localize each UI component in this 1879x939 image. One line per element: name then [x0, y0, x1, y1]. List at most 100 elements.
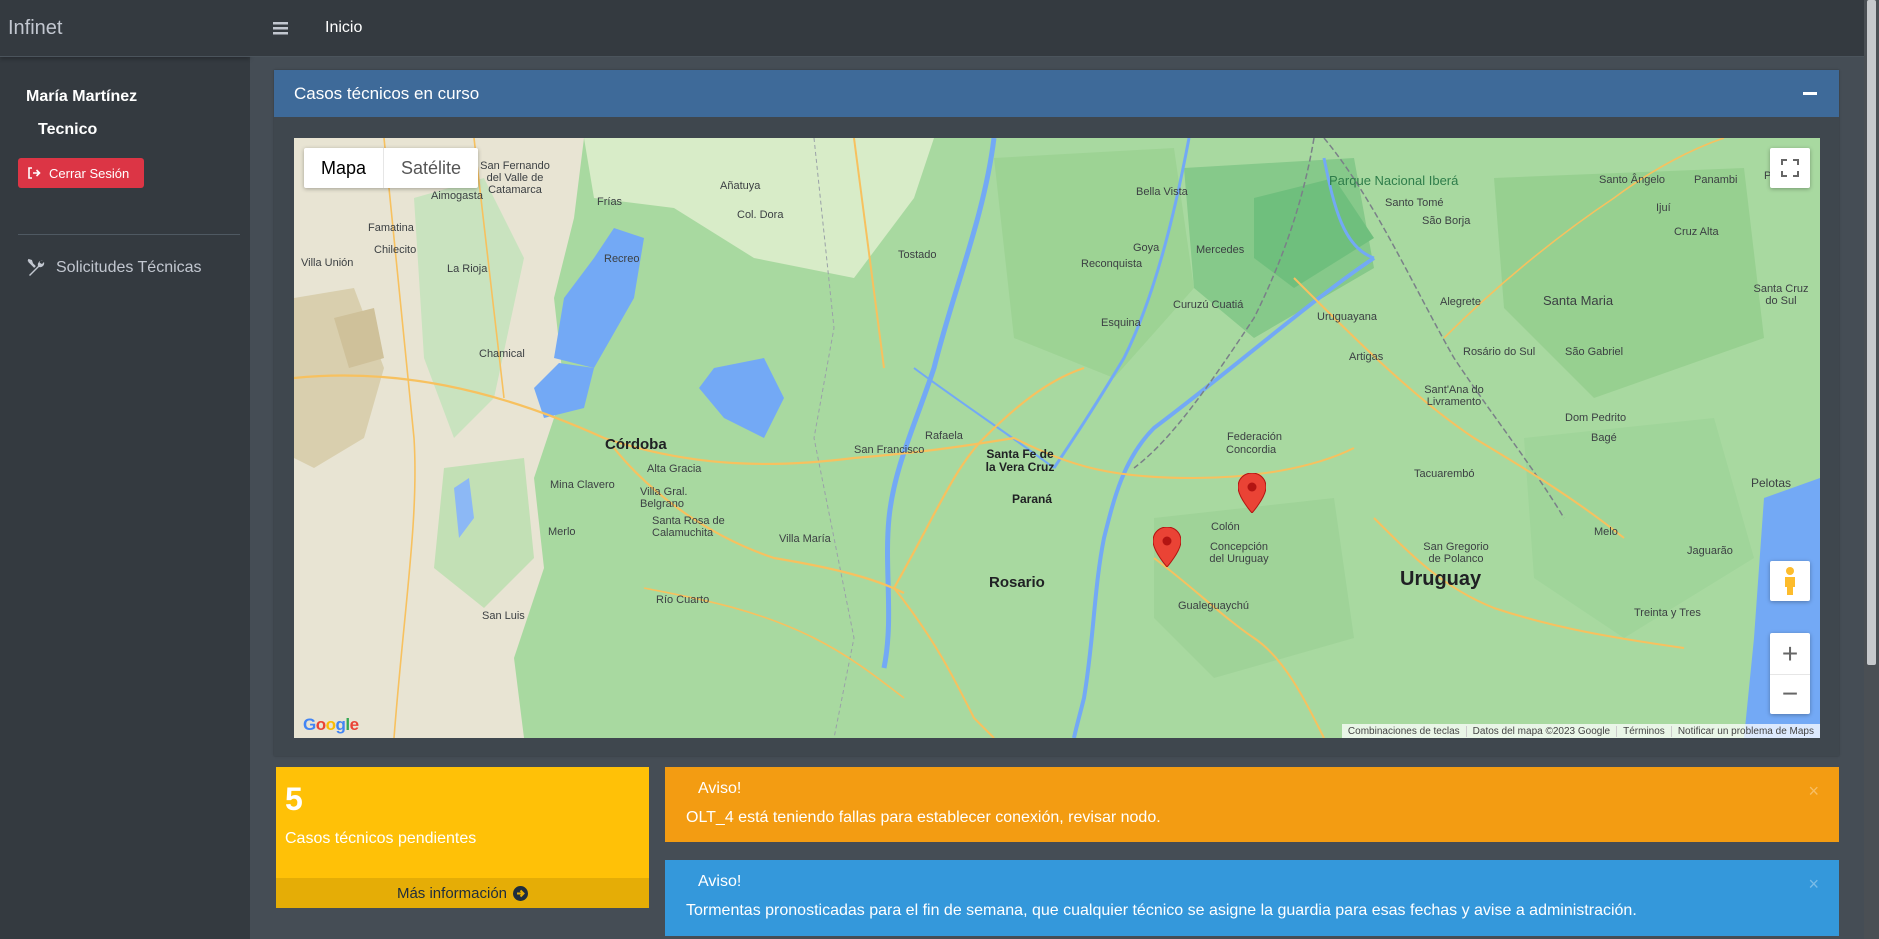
map-label-ijui: Ijuí [1656, 202, 1671, 214]
map-label-livramento: Sant'Ana do Livramento [1424, 384, 1484, 408]
attribution-terms[interactable]: Términos [1616, 725, 1671, 737]
map[interactable]: Parque Nacional Iberá Córdoba Rosario Pa… [294, 138, 1820, 738]
map-label-rio-cuarto: Río Cuarto [656, 594, 710, 606]
map-label-mercedes: Mercedes [1196, 244, 1245, 256]
map-label-pelotas: Pelotas [1751, 476, 1792, 490]
case-marker[interactable] [1153, 527, 1181, 567]
map-label-federacion: Federación [1227, 431, 1283, 443]
attribution-report[interactable]: Notificar un problema de Maps [1670, 725, 1820, 737]
pending-label: Casos técnicos pendientes [285, 830, 477, 847]
map-label-catamarca: San Fernando del Valle de Catamarca [480, 160, 550, 196]
map-label-rafaela: Rafaela [925, 430, 963, 442]
map-label-santa-cruz-sul: Santa Cruz do Sul [1753, 283, 1809, 307]
pegman-icon [1785, 567, 1795, 595]
zoom-control: + − [1770, 633, 1810, 714]
map-label-concepcion: Concepción del Uruguay [1209, 541, 1269, 565]
page-scrollbar[interactable] [1864, 0, 1879, 939]
street-view-pegman[interactable] [1770, 561, 1810, 601]
map-attribution: Combinaciones de teclas Datos del mapa ©… [1341, 724, 1820, 738]
map-label-san-francisco: San Francisco [854, 444, 925, 456]
map-label-rosario-sul: Rosário do Sul [1463, 346, 1536, 358]
alert-close-button[interactable]: × [1808, 874, 1819, 895]
map-label-cruz-alta: Cruz Alta [1674, 226, 1719, 238]
map-label-ibera: Parque Nacional Iberá [1329, 173, 1459, 188]
map-label-tostado: Tostado [898, 249, 937, 261]
map-label-anatuya: Añatuya [720, 180, 761, 192]
map-label-parana: Paraná [1012, 492, 1053, 506]
map-label-alta-gracia: Alta Gracia [647, 463, 702, 475]
map-label-bage: Bagé [1591, 432, 1617, 444]
map-label-chilecito: Chilecito [374, 244, 417, 256]
map-label-frias: Frías [597, 196, 623, 208]
map-label-dom-pedrito: Dom Pedrito [1565, 412, 1627, 424]
alert-title: Aviso! [698, 873, 742, 890]
fullscreen-button[interactable] [1770, 148, 1810, 188]
map-label-colon: Colón [1211, 521, 1240, 533]
logout-label: Cerrar Sesión [49, 165, 130, 181]
zoom-out-button[interactable]: − [1770, 673, 1810, 714]
map-label-aimogasta: Aimogasta [431, 190, 483, 202]
scrollbar-thumb[interactable] [1867, 0, 1876, 665]
map-label-mina-clavero: Mina Clavero [550, 479, 615, 491]
map-label-sao-gabriel: São Gabriel [1565, 346, 1624, 358]
map-label-melo: Melo [1594, 526, 1618, 538]
breadcrumb-home[interactable]: Inicio [325, 19, 362, 37]
attribution-shortcuts[interactable]: Combinaciones de teclas [1342, 726, 1466, 737]
alert-message: OLT_4 está teniendo fallas para establec… [686, 809, 1161, 826]
alert-title: Aviso! [698, 780, 742, 797]
google-logo[interactable]: Google [303, 715, 359, 735]
alert-close-button[interactable]: × [1808, 781, 1819, 802]
map-label-villa-belgrano: Villa Gral. Belgrano [640, 486, 688, 510]
more-info-label: Más información [396, 884, 508, 902]
tools-icon [27, 258, 45, 276]
map-label-goya: Goya [1133, 242, 1160, 254]
map-label-alegrete: Alegrete [1440, 296, 1481, 308]
map-label-reconquista: Reconquista [1081, 258, 1143, 270]
map-label-chamical: Chamical [479, 348, 525, 360]
map-label-santo-angelo: Santo Ângelo [1599, 174, 1666, 186]
pending-cases-box: 5 Casos técnicos pendientes Más informac… [276, 767, 649, 908]
map-label-santa-fe: Santa Fe de la Vera Cruz [985, 447, 1055, 474]
map-label-esquina: Esquina [1101, 317, 1141, 329]
brand[interactable]: Infinet [0, 0, 250, 57]
sidebar: Infinet María Martínez Tecnico Cerrar Se… [0, 0, 250, 939]
map-label-jaguarao: Jaguarão [1687, 545, 1733, 557]
attribution-data: Datos del mapa ©2023 Google [1465, 725, 1616, 737]
map-label-merlo: Merlo [548, 526, 576, 538]
sign-out-icon [28, 167, 41, 179]
zoom-in-button[interactable]: + [1770, 634, 1810, 674]
pending-count: 5 [285, 781, 303, 817]
map-label-la-rioja: La Rioja [447, 263, 488, 275]
map-label-panambi: Panambi [1694, 174, 1738, 186]
map-label-curuzu: Curuzú Cuatiá [1173, 299, 1244, 311]
map-type-control: Mapa Satélite [304, 148, 479, 188]
map-label-recreo: Recreo [604, 253, 640, 265]
cases-card: Casos técnicos en curso Parque Nacional … [274, 70, 1839, 756]
map-label-famatina: Famatina [368, 222, 414, 234]
map-label-treinta-tres: Treinta y Tres [1634, 607, 1701, 619]
map-label-rosario: Rosario [989, 574, 1045, 591]
more-info-link[interactable]: Más información [276, 878, 649, 908]
case-marker[interactable] [1238, 473, 1266, 513]
map-label-villa-maria: Villa María [779, 533, 831, 545]
map-label-artigas: Artigas [1349, 351, 1384, 363]
alert-info: Aviso! Tormentas pronosticadas para el f… [665, 860, 1839, 936]
user-name: María Martínez [26, 88, 138, 105]
map-label-tacuarembo: Tacuarembó [1414, 468, 1475, 480]
menu-toggle-icon[interactable] [273, 21, 288, 35]
card-title: Casos técnicos en curso [294, 83, 480, 103]
collapse-button[interactable] [1803, 92, 1817, 95]
map-label-san-luis: San Luis [482, 610, 525, 622]
map-label-sao-borja: São Borja [1422, 215, 1471, 227]
sidebar-item-solicitudes[interactable]: Solicitudes Técnicas [26, 258, 202, 278]
arrow-circle-right-icon [513, 885, 529, 901]
map-label-san-gregorio: San Gregorio de Polanco [1423, 541, 1489, 565]
alert-message: Tormentas pronosticadas para el fin de s… [686, 902, 1637, 919]
brand-text: Infinet [8, 16, 63, 39]
user-role: Tecnico [38, 121, 98, 138]
map-label-santa-maria: Santa Maria [1543, 293, 1614, 308]
map-type-map-button[interactable]: Mapa [304, 148, 383, 188]
map-type-satellite-button[interactable]: Satélite [383, 148, 478, 188]
map-label-gualeguaychu: Gualeguaychú [1178, 600, 1249, 612]
logout-button[interactable]: Cerrar Sesión [18, 158, 144, 188]
